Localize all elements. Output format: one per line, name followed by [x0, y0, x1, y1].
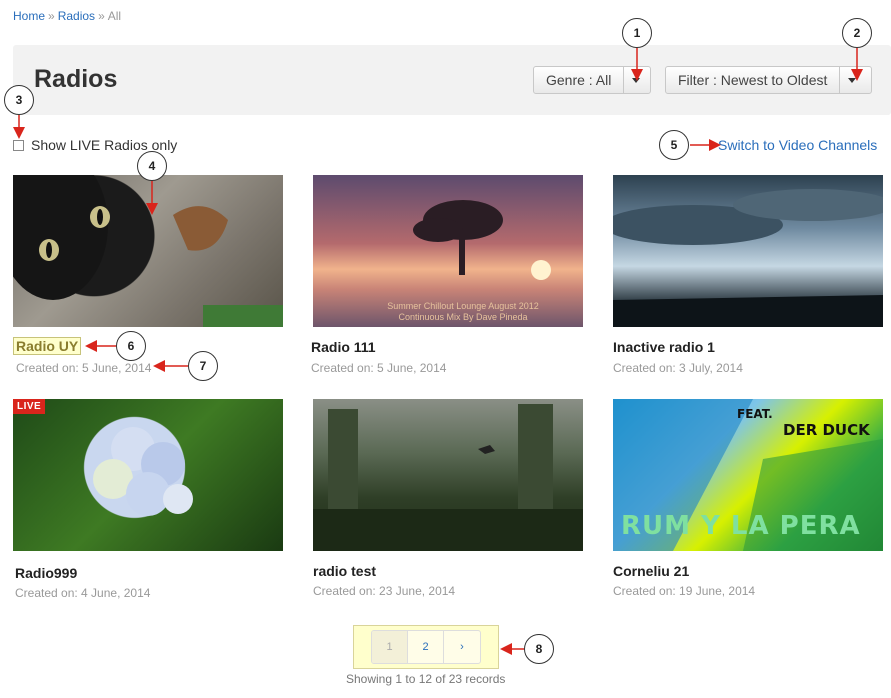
callout-1: 1 — [622, 18, 652, 48]
callout-2: 2 — [842, 18, 872, 48]
callout-8: 8 — [524, 634, 554, 664]
callout-3: 3 — [4, 85, 34, 115]
callout-5: 5 — [659, 130, 689, 160]
callout-4: 4 — [137, 151, 167, 181]
callout-6: 6 — [116, 331, 146, 361]
callout-7: 7 — [188, 351, 218, 381]
